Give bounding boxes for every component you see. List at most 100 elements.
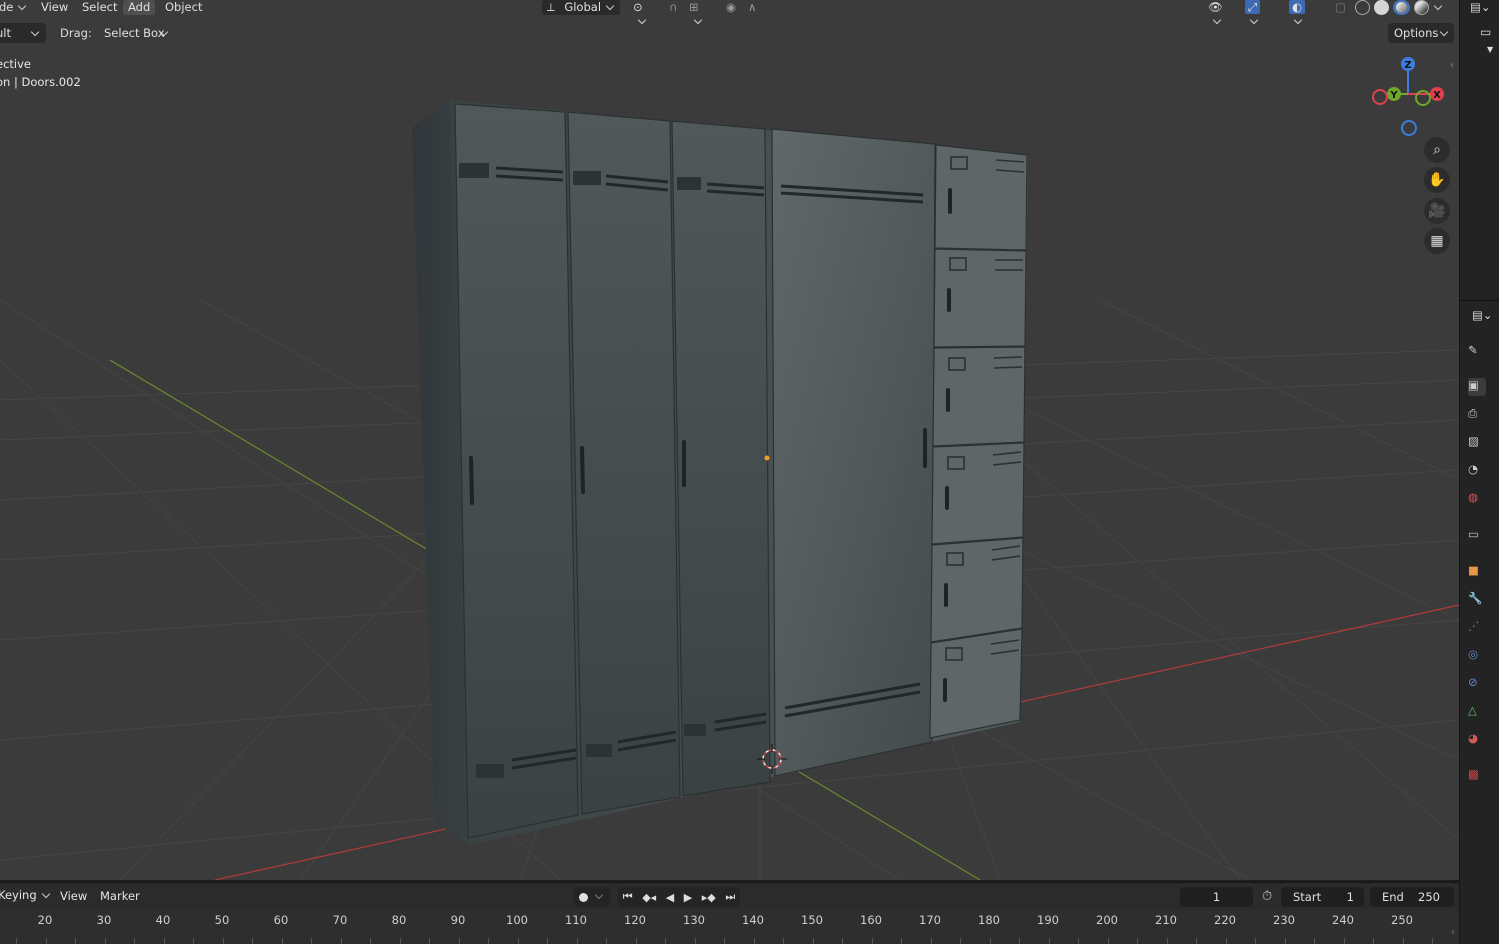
outliner-filter-icon[interactable]: ▭: [1480, 25, 1491, 39]
auto-keying-toggle[interactable]: [574, 887, 610, 907]
visibility-dropdown[interactable]: 👁: [1203, 0, 1233, 25]
menu-add[interactable]: Add: [123, 0, 156, 15]
solid-shading-icon[interactable]: [1374, 0, 1389, 15]
timeline-collapse-icon[interactable]: ‹: [1451, 927, 1455, 938]
gizmo-neg-x[interactable]: [1372, 89, 1388, 105]
view-layer-icon[interactable]: ▨: [1468, 434, 1486, 452]
object-icon[interactable]: ■: [1468, 563, 1486, 581]
pivot-point-dropdown[interactable]: ⊙: [628, 0, 658, 25]
texture-icon[interactable]: ▩: [1468, 767, 1486, 785]
jump-end-icon[interactable]: ⏭: [725, 890, 735, 904]
jump-start-icon[interactable]: ⏮: [623, 890, 633, 904]
particles-icon[interactable]: ⋰: [1468, 619, 1486, 637]
proportional-edit-toggle[interactable]: ◉: [721, 0, 741, 15]
orientation-axes-icon: ⟂: [547, 0, 555, 14]
keying-dropdown[interactable]: Keying: [0, 888, 50, 906]
ruler-minor-tick: [164, 938, 165, 944]
ortho-toggle-button[interactable]: ▦: [1424, 228, 1450, 254]
pan-hand-icon: ✋: [1428, 172, 1446, 188]
render-icon[interactable]: ▣: [1468, 378, 1486, 396]
drag-select-box-dropdown[interactable]: Select Box: [98, 23, 172, 43]
ruler-minor-tick: [400, 938, 401, 944]
modifier-icon[interactable]: 🔧: [1468, 591, 1486, 609]
ortho-grid-icon: ▦: [1430, 233, 1444, 249]
camera-view-button[interactable]: 🎥: [1424, 198, 1450, 224]
snap-target-dropdown[interactable]: ⊞: [684, 0, 714, 25]
play-reverse-icon[interactable]: ◀: [666, 891, 674, 904]
ruler-tick-label: 80: [391, 913, 407, 927]
collection-icon[interactable]: ▭: [1468, 527, 1486, 545]
mode-selector[interactable]: de: [0, 0, 30, 15]
ruler-tick-label: 140: [742, 913, 764, 927]
menu-object[interactable]: Object: [160, 0, 207, 15]
ruler-tick-label: 190: [1037, 913, 1059, 927]
sidebar-toggle-arrow-icon[interactable]: ‹: [1450, 60, 1454, 71]
start-frame-field[interactable]: Start 1: [1281, 887, 1364, 907]
zoom-button[interactable]: ⌕: [1424, 137, 1450, 163]
editor-type-icon[interactable]: ▤⌄: [1470, 0, 1498, 16]
xray-toggle[interactable]: ▢: [1330, 0, 1350, 15]
ruler-minor-tick: [606, 938, 607, 944]
rendered-shading-icon[interactable]: [1414, 0, 1429, 15]
gizmo-toggle[interactable]: ⤢: [1240, 0, 1276, 25]
next-keyframe-icon[interactable]: ▸◆: [702, 891, 716, 904]
options-dropdown[interactable]: Options: [1388, 23, 1454, 43]
timeline-view-menu[interactable]: View: [60, 889, 87, 903]
locker-model[interactable]: [412, 100, 1028, 845]
ruler-minor-tick: [813, 938, 814, 944]
ruler-tick-label: 240: [1332, 913, 1354, 927]
menu-select[interactable]: Select: [77, 0, 122, 15]
stopwatch-icon[interactable]: ⏱: [1262, 889, 1272, 904]
shading-chevron-icon[interactable]: [1433, 1, 1443, 10]
ruler-minor-tick: [46, 938, 47, 944]
gizmo-neg-z[interactable]: [1401, 120, 1417, 136]
world-icon[interactable]: ◍: [1468, 490, 1486, 508]
constraints-icon[interactable]: ⊘: [1468, 675, 1486, 693]
transform-orientation-dropdown[interactable]: ⟂ Global: [542, 0, 620, 15]
menu-view[interactable]: View: [36, 0, 73, 15]
current-frame-field[interactable]: 1: [1180, 887, 1253, 907]
end-frame-field[interactable]: End 250: [1370, 887, 1454, 907]
3d-viewport[interactable]: de View Select Add Object ⟂ Global ⊙ ∩ ⊞…: [0, 0, 1459, 880]
properties-editor-type-icon[interactable]: ▤⌄: [1472, 308, 1493, 322]
tool-icon[interactable]: ✎: [1468, 343, 1486, 361]
orientation-label: Global: [564, 0, 602, 14]
start-label: Start: [1293, 890, 1322, 904]
falloff-dropdown[interactable]: ∧: [743, 0, 771, 15]
ruler-minor-tick: [1078, 938, 1079, 944]
ruler-tick-label: 130: [683, 913, 705, 927]
view-type-text: ective: [0, 57, 31, 71]
pan-button[interactable]: ✋: [1424, 167, 1450, 193]
output-icon[interactable]: ⎙: [1468, 406, 1486, 424]
scene-icon[interactable]: ◔: [1468, 462, 1486, 480]
ruler-minor-tick: [488, 938, 489, 944]
wireframe-shading-icon[interactable]: [1355, 0, 1370, 15]
ruler-tick-label: 170: [919, 913, 941, 927]
physics-icon[interactable]: ◎: [1468, 647, 1486, 665]
overlays-toggle[interactable]: ◐: [1284, 0, 1320, 25]
ruler-tick-label: 60: [273, 913, 289, 927]
data-icon[interactable]: △: [1468, 703, 1486, 721]
ruler-minor-tick: [1019, 938, 1020, 944]
timeline-marker-menu[interactable]: Marker: [100, 889, 140, 903]
drag-label: Drag:: [60, 26, 92, 40]
ruler-tick-label: 160: [860, 913, 882, 927]
ruler-tick-label: 200: [1096, 913, 1118, 927]
timeline-ruler[interactable]: 20 30 40 50 60 70 80 90 100 110 120 130 140 150 160 170…: [0, 910, 1459, 944]
scene-canvas[interactable]: [0, 0, 1459, 880]
ruler-minor-tick: [1226, 938, 1227, 944]
play-icon[interactable]: ▶: [684, 891, 692, 904]
orientation-fragment-dropdown[interactable]: ult: [0, 23, 46, 43]
material-icon[interactable]: ◕: [1468, 731, 1486, 749]
gizmo-x-label: X: [1433, 90, 1441, 101]
ruler-minor-tick: [1314, 938, 1315, 944]
mode-label: de: [0, 0, 14, 14]
filter-chevron-icon[interactable]: ▼: [1487, 45, 1493, 54]
navigation-gizmo[interactable]: Z Y X: [1366, 52, 1452, 140]
shading-modes: [1355, 0, 1451, 15]
prev-keyframe-icon[interactable]: ◆◂: [642, 891, 656, 904]
collection-object-text: on | Doors.002: [0, 75, 81, 89]
material-shading-icon[interactable]: [1393, 0, 1410, 15]
falloff-curve-icon: ∧: [748, 0, 757, 14]
snap-toggle[interactable]: ∩: [664, 0, 684, 15]
